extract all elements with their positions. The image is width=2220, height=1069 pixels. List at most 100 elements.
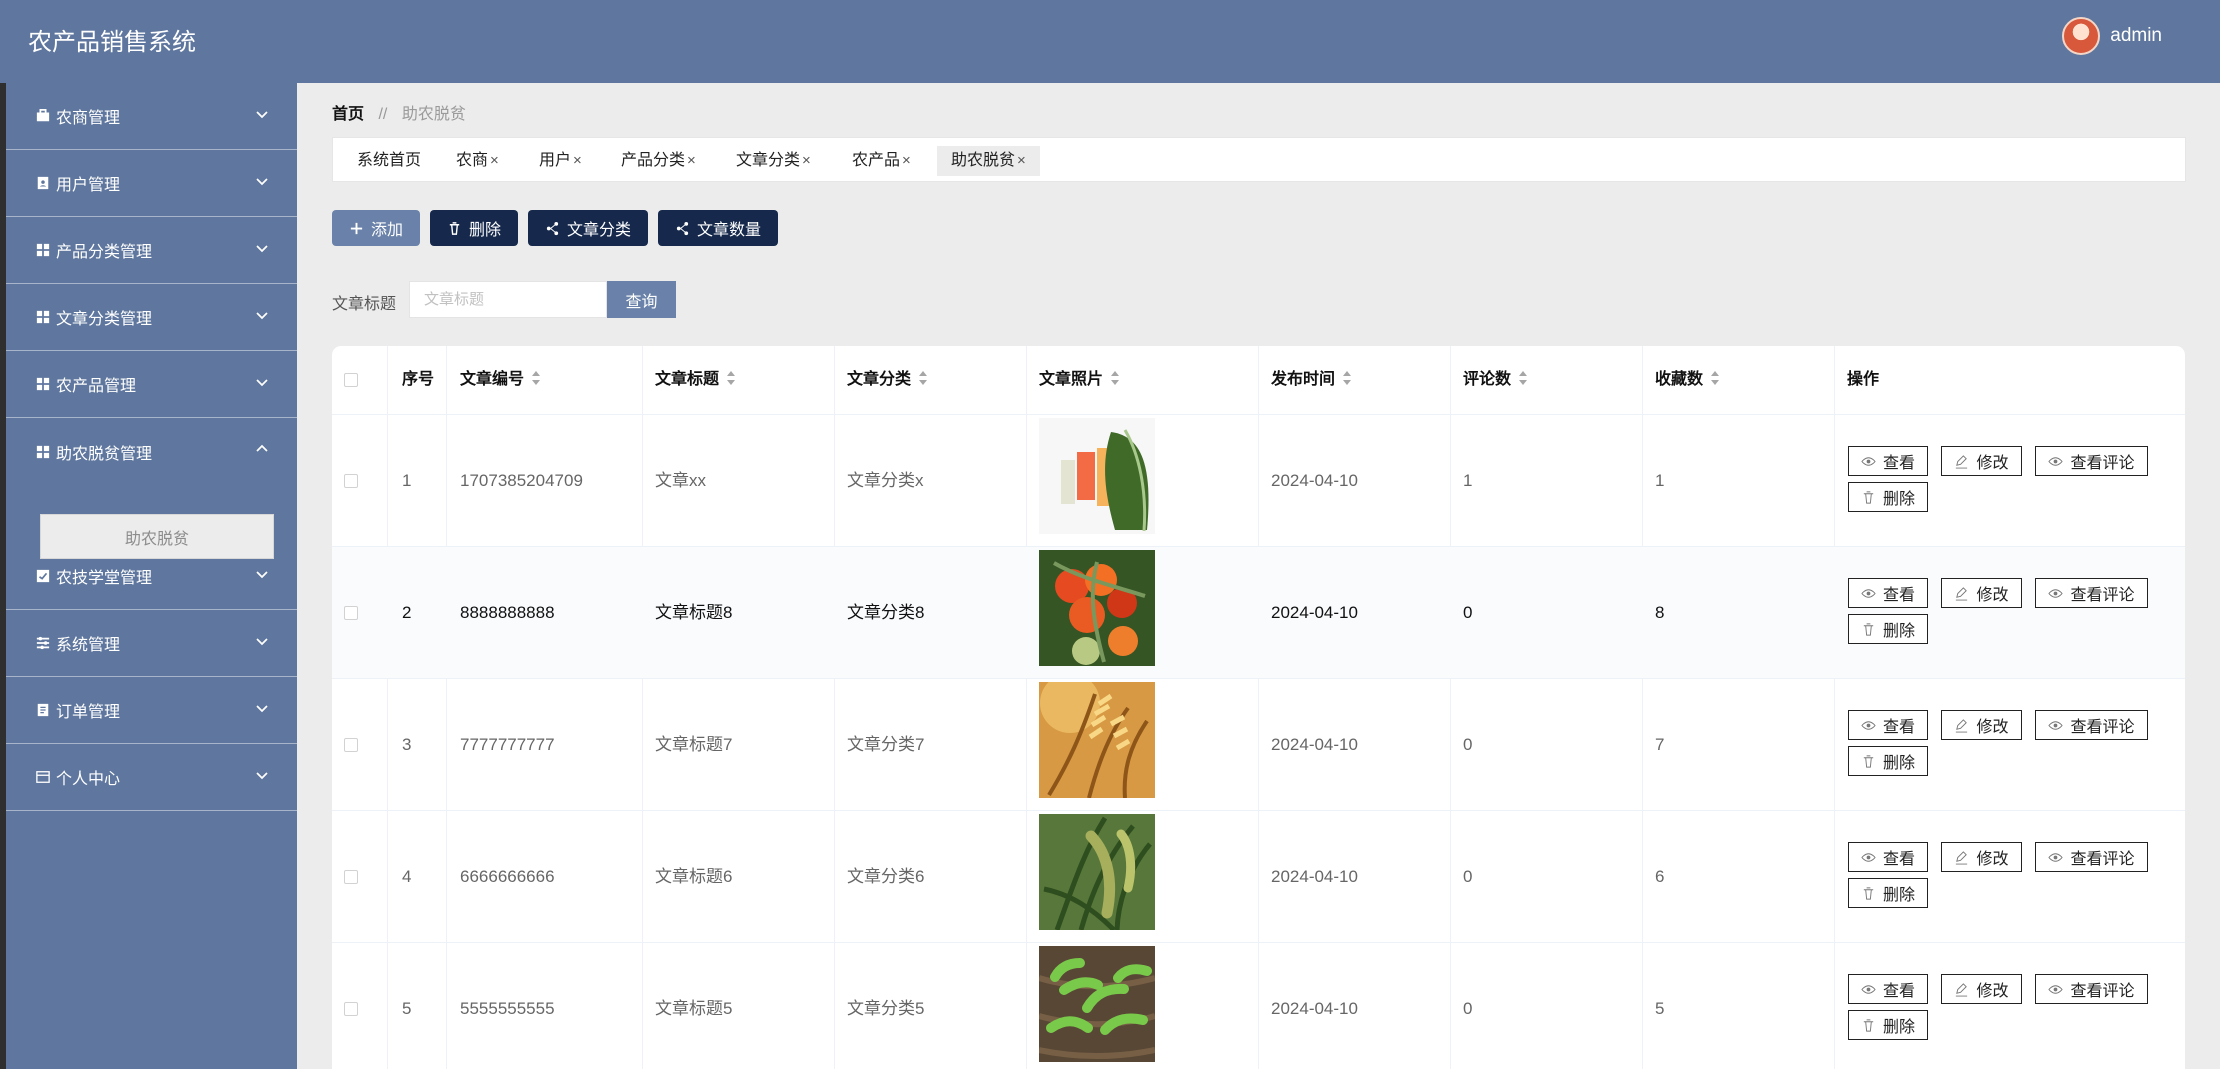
view-comments-button[interactable]: 查看评论 — [2035, 974, 2148, 1004]
share-icon — [546, 221, 559, 235]
sidebar: 农商管理 用户管理 产品分类管理 文章分类管理 农产品管理 助农脱贫管理 助农脱… — [0, 83, 297, 1069]
edit-button[interactable]: 修改 — [1941, 974, 2022, 1004]
sidebar-item-user-management[interactable]: 用户管理 — [6, 150, 297, 217]
select-all-checkbox[interactable] — [344, 373, 358, 387]
column-header-code[interactable]: 文章编号 — [460, 346, 541, 414]
view-button[interactable]: 查看 — [1848, 710, 1928, 740]
row-checkbox[interactable] — [344, 606, 358, 620]
close-icon[interactable]: × — [1017, 146, 1026, 176]
sidebar-item-label: 产品分类管理 — [56, 244, 153, 261]
row-checkbox[interactable] — [344, 870, 358, 884]
column-header-photo[interactable]: 文章照片 — [1039, 346, 1120, 414]
sidebar-item-product-management[interactable]: 农产品管理 — [6, 351, 297, 418]
sidebar-item-agri-school-management[interactable]: 农技学堂管理 — [6, 543, 297, 610]
article-count-button[interactable]: 文章数量 — [658, 210, 778, 246]
tab-product-category[interactable]: 产品分类 × — [621, 146, 696, 176]
button-label: 删除 — [1882, 491, 1915, 508]
view-comments-button[interactable]: 查看评论 — [2035, 842, 2148, 872]
delete-button[interactable]: 删除 — [430, 210, 518, 246]
user-menu[interactable]: admin — [2062, 17, 2162, 55]
tab-agricultural-products[interactable]: 农产品 × — [852, 146, 911, 176]
sidebar-item-order-management[interactable]: 订单管理 — [6, 677, 297, 744]
row-checkbox[interactable] — [344, 738, 358, 752]
cell-code: 7777777777 — [460, 735, 555, 754]
sidebar-item-personal-center[interactable]: 个人中心 — [6, 744, 297, 811]
tab-merchants[interactable]: 农商 × — [456, 146, 499, 176]
view-button[interactable]: 查看 — [1848, 842, 1928, 872]
cell-index: 3 — [402, 735, 412, 754]
delete-row-button[interactable]: 删除 — [1848, 1010, 1928, 1040]
button-label: 查看评论 — [2070, 851, 2135, 868]
tab-poverty-relief[interactable]: 助农脱贫 × — [937, 146, 1040, 176]
column-header-favorites[interactable]: 收藏数 — [1655, 346, 1720, 414]
edit-button[interactable]: 修改 — [1941, 446, 2022, 476]
column-header-comments[interactable]: 评论数 — [1463, 346, 1528, 414]
add-button[interactable]: 添加 — [332, 210, 420, 246]
delete-row-button[interactable]: 删除 — [1848, 482, 1928, 512]
edit-button[interactable]: 修改 — [1941, 842, 2022, 872]
seedlings-image — [1039, 946, 1155, 1062]
sort-icon[interactable] — [1519, 370, 1528, 385]
cell-category: 文章分类8 — [847, 603, 925, 622]
table-row: 4 6666666666 文章标题6 文章分类6 2024-04-10 0 6 … — [332, 810, 2185, 942]
avatar[interactable] — [2062, 17, 2101, 55]
sort-icon[interactable] — [532, 370, 541, 385]
cell-title: 文章标题7 — [655, 735, 733, 754]
sidebar-item-poverty-relief-management[interactable]: 助农脱贫管理 — [6, 418, 297, 485]
close-icon[interactable]: × — [687, 146, 696, 176]
sort-icon[interactable] — [727, 370, 736, 385]
tab-label: 系统首页 — [357, 152, 422, 169]
sort-icon[interactable] — [1343, 370, 1352, 385]
button-label: 删除 — [1882, 755, 1915, 772]
sidebar-item-article-category-management[interactable]: 文章分类管理 — [6, 284, 297, 351]
close-icon[interactable]: × — [490, 146, 499, 176]
tab-article-category[interactable]: 文章分类 × — [736, 146, 811, 176]
close-icon[interactable]: × — [802, 146, 811, 176]
edit-icon — [1956, 586, 1968, 601]
view-comments-button[interactable]: 查看评论 — [2035, 710, 2148, 740]
view-comments-button[interactable]: 查看评论 — [2035, 446, 2148, 476]
cell-date: 2024-04-10 — [1271, 603, 1358, 622]
tab-system-home[interactable]: 系统首页 — [357, 146, 421, 176]
article-title-search-input[interactable] — [409, 281, 607, 318]
close-icon[interactable]: × — [902, 146, 911, 176]
delete-row-button[interactable]: 删除 — [1848, 746, 1928, 776]
row-checkbox[interactable] — [344, 474, 358, 488]
view-button[interactable]: 查看 — [1848, 974, 1928, 1004]
tab-users[interactable]: 用户 × — [539, 146, 582, 176]
delete-row-button[interactable]: 删除 — [1848, 614, 1928, 644]
chevron-down-icon — [256, 245, 268, 253]
edit-button[interactable]: 修改 — [1941, 710, 2022, 740]
button-label: 修改 — [1976, 455, 2009, 472]
row-checkbox[interactable] — [344, 1002, 358, 1016]
button-label: 查看评论 — [2070, 587, 2135, 604]
view-comments-button[interactable]: 查看评论 — [2035, 578, 2148, 608]
column-header-title[interactable]: 文章标题 — [655, 346, 736, 414]
cell-category: 文章分类5 — [847, 999, 925, 1018]
sort-icon[interactable] — [1711, 370, 1720, 385]
header-label: 文章编号 — [460, 371, 525, 388]
sidebar-item-merchant-management[interactable]: 农商管理 — [6, 83, 297, 150]
sort-icon[interactable] — [1111, 370, 1120, 385]
trash-icon — [1863, 1018, 1874, 1032]
column-header-date[interactable]: 发布时间 — [1271, 346, 1352, 414]
column-header-category[interactable]: 文章分类 — [847, 346, 928, 414]
cell-favorites: 7 — [1655, 735, 1665, 754]
cell-date: 2024-04-10 — [1271, 999, 1358, 1018]
breadcrumb-home[interactable]: 首页 — [332, 106, 364, 123]
search-button[interactable]: 查询 — [607, 281, 676, 318]
close-icon[interactable]: × — [573, 146, 582, 176]
sidebar-item-product-category-management[interactable]: 产品分类管理 — [6, 217, 297, 284]
user-name[interactable]: admin — [2110, 25, 2162, 47]
sidebar-item-system-management[interactable]: 系统管理 — [6, 610, 297, 677]
trash-icon — [1863, 490, 1874, 504]
delete-row-button[interactable]: 删除 — [1848, 878, 1928, 908]
sort-icon[interactable] — [919, 370, 928, 385]
cell-title: 文章xx — [655, 471, 706, 490]
chevron-down-icon — [256, 571, 268, 579]
article-category-button[interactable]: 文章分类 — [528, 210, 648, 246]
view-button[interactable]: 查看 — [1848, 446, 1928, 476]
edit-button[interactable]: 修改 — [1941, 578, 2022, 608]
chevron-down-icon — [256, 178, 268, 186]
view-button[interactable]: 查看 — [1848, 578, 1928, 608]
